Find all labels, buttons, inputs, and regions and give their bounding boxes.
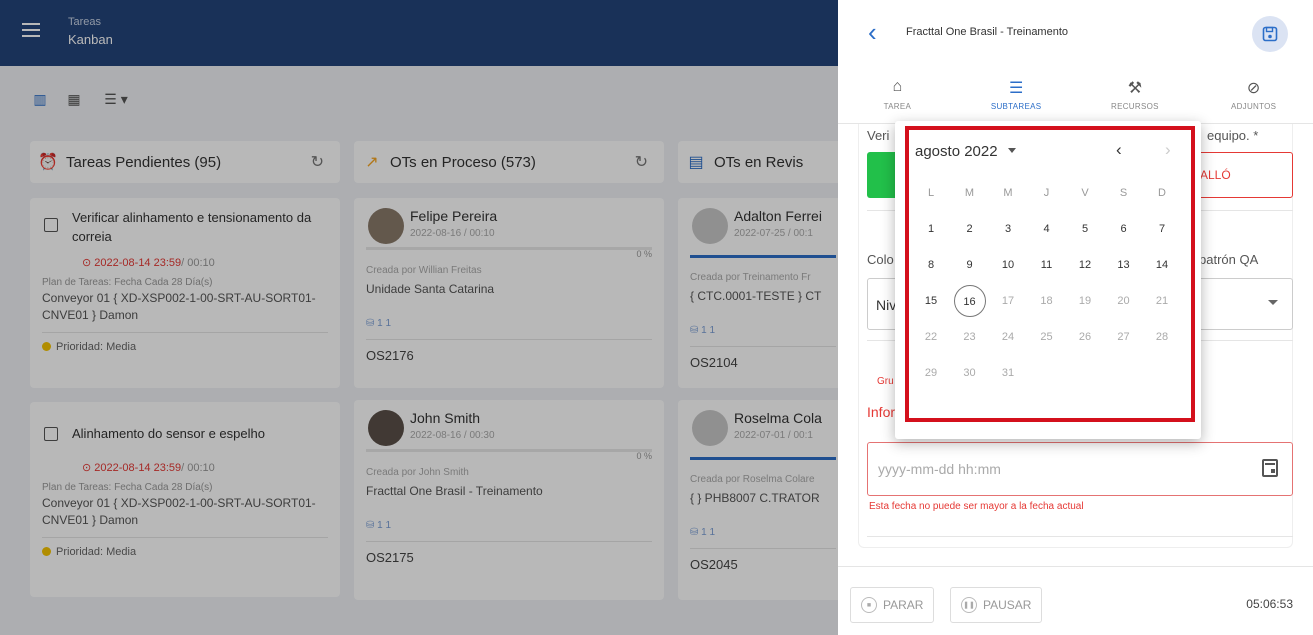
calendar-day[interactable]: 1	[915, 213, 947, 245]
panel-tabs: ⌂ TAREA ☰ SUBTAREAS ⚒ RECURSOS ⊘ ADJUNTO…	[838, 66, 1313, 124]
field-label-partial: equipo. *	[1207, 128, 1259, 143]
weekday-label: L	[927, 187, 935, 199]
calendar-day[interactable]: 11	[1031, 249, 1063, 281]
calendar-day[interactable]: 12	[1069, 249, 1101, 281]
calendar-day[interactable]: 10	[992, 249, 1024, 281]
date-time-input[interactable]: yyyy-mm-dd hh:mm	[867, 442, 1293, 496]
select-value: Niv	[876, 297, 897, 313]
calendar-day[interactable]: 3	[992, 213, 1024, 245]
tab-adjuntos[interactable]: ⊘ ADJUNTOS	[1194, 66, 1313, 123]
calendar-day[interactable]: 20	[1108, 285, 1140, 317]
calendar-day[interactable]: 30	[954, 357, 986, 389]
calendar-day[interactable]: 27	[1108, 321, 1140, 353]
tab-label: SUBTAREAS	[990, 102, 1042, 111]
weekday-label: S	[1119, 187, 1128, 199]
tab-recursos[interactable]: ⚒ RECURSOS	[1076, 66, 1195, 123]
calendar-day[interactable]: 9	[954, 249, 986, 281]
calendar-day[interactable]: 16	[953, 285, 986, 317]
calendar-day[interactable]: 29	[915, 357, 947, 389]
date-placeholder: yyyy-mm-dd hh:mm	[878, 461, 1001, 477]
calendar-day[interactable]: 21	[1146, 285, 1178, 317]
calendar-day[interactable]: 7	[1146, 213, 1178, 245]
checklist-icon: ☰	[1008, 80, 1024, 97]
chevron-down-icon	[1268, 300, 1278, 305]
next-month-icon[interactable]: ›	[1165, 140, 1171, 160]
previous-month-icon[interactable]: ‹	[1116, 140, 1122, 160]
save-button[interactable]	[1252, 16, 1288, 52]
panel-footer: ■ PARAR ❚❚ PAUSAR 05:06:53	[838, 566, 1313, 635]
panel-title: Fracttal One Brasil - Treinamento	[906, 26, 1069, 38]
tab-label: RECURSOS	[1111, 102, 1159, 111]
chevron-down-icon	[1007, 148, 1016, 153]
calendar-day[interactable]: 5	[1069, 213, 1101, 245]
month-year-selector[interactable]: agosto 2022	[915, 143, 1016, 160]
calendar-day[interactable]: 14	[1146, 249, 1178, 281]
calendar-day[interactable]: 25	[1031, 321, 1063, 353]
calendar-day[interactable]: 22	[915, 321, 947, 353]
calendar-day[interactable]: 24	[992, 321, 1024, 353]
month-label: agosto 2022	[915, 143, 998, 160]
calendar-day[interactable]: 28	[1146, 321, 1178, 353]
pause-button[interactable]: ❚❚ PAUSAR	[950, 587, 1043, 623]
back-arrow-icon[interactable]: ‹	[868, 19, 877, 45]
weekday-label: D	[1158, 187, 1166, 199]
calendar-icon[interactable]	[1262, 459, 1278, 477]
elapsed-timer: 05:06:53	[1246, 597, 1293, 611]
save-icon	[1262, 26, 1278, 42]
calendar-day[interactable]: 23	[954, 321, 986, 353]
weekday-label: J	[1043, 187, 1050, 199]
tab-label: TAREA	[883, 102, 912, 111]
tab-tarea[interactable]: ⌂ TAREA	[838, 66, 957, 123]
weekday-label: V	[1081, 187, 1089, 199]
calendar-day[interactable]: 15	[915, 285, 947, 317]
calendar-day[interactable]: 6	[1108, 213, 1140, 245]
calendar-day[interactable]: 26	[1069, 321, 1101, 353]
paperclip-icon: ⊘	[1246, 80, 1261, 97]
tools-icon: ⚒	[1127, 80, 1143, 97]
calendar-day[interactable]: 4	[1031, 213, 1063, 245]
date-error-message: Esta fecha no puede ser mayor a la fecha…	[869, 501, 1084, 512]
calendar-day[interactable]: 8	[915, 249, 947, 281]
tab-label: ADJUNTOS	[1230, 102, 1277, 111]
field-label-partial: Veri	[867, 128, 890, 143]
calendar-day[interactable]: 31	[992, 357, 1024, 389]
field-label-partial: Infor	[867, 404, 896, 420]
stop-icon: ■	[861, 597, 877, 613]
weekday-label: M	[1003, 187, 1013, 199]
modal-backdrop[interactable]	[0, 0, 838, 635]
calendar-day[interactable]: 17	[992, 285, 1024, 317]
field-label-partial: Gru	[877, 376, 894, 387]
panel-header: ‹ Fracttal One Brasil - Treinamento	[838, 0, 1313, 66]
weekday-label: M	[964, 187, 975, 199]
calendar-day[interactable]: 18	[1031, 285, 1063, 317]
tab-subtareas[interactable]: ☰ SUBTAREAS	[957, 66, 1076, 123]
pause-icon: ❚❚	[961, 597, 977, 613]
pause-label: PAUSAR	[983, 598, 1032, 612]
date-picker-popup: agosto 2022 ‹ › L M M J V S D 1 2 3 4 5 6 7 8 9 10 11 12 13…	[895, 121, 1201, 439]
calendar-day[interactable]: 2	[954, 213, 986, 245]
stop-label: PARAR	[883, 598, 924, 612]
home-icon: ⌂	[892, 78, 903, 95]
field-label-partial: patrón QA	[1199, 252, 1259, 267]
fail-button[interactable]: ALLÓ	[1187, 152, 1293, 198]
field-label-partial: Colo	[867, 252, 894, 267]
calendar-day[interactable]: 13	[1108, 249, 1140, 281]
calendar-day[interactable]: 19	[1069, 285, 1101, 317]
stop-button[interactable]: ■ PARAR	[850, 587, 935, 623]
